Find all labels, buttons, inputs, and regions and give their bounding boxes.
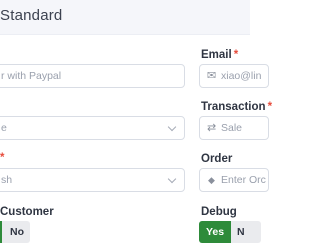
type-select[interactable]: e bbox=[0, 116, 185, 140]
email-input[interactable]: ✉ xiao@lin bbox=[199, 64, 269, 88]
swap-arrows-icon: ⇄ bbox=[207, 122, 217, 134]
page-title: Standard bbox=[0, 7, 63, 24]
email-input-value: xiao@lin bbox=[221, 70, 262, 82]
envelope-icon: ✉ bbox=[207, 70, 217, 82]
order-input-placeholder: Enter Orc bbox=[221, 174, 266, 186]
order-label: Order bbox=[201, 153, 233, 165]
order-input[interactable]: ◆ Enter Orc bbox=[199, 168, 269, 192]
transaction-label: Transaction * bbox=[201, 101, 273, 113]
customer-toggle[interactable]: No bbox=[0, 221, 30, 243]
chevron-down-icon bbox=[167, 174, 177, 184]
debug-toggle[interactable]: Yes N bbox=[199, 221, 261, 243]
transaction-select-value: Sale bbox=[221, 122, 243, 134]
diamond-icon: ◆ bbox=[208, 175, 215, 185]
customer-label: Customer bbox=[0, 206, 54, 218]
debug-yes-option[interactable]: Yes bbox=[199, 221, 231, 243]
method-select[interactable]: sh bbox=[0, 168, 185, 192]
page-header: Standard bbox=[0, 0, 250, 35]
title-field[interactable]: r with Paypal bbox=[0, 64, 185, 88]
email-label: Email * bbox=[201, 49, 239, 61]
customer-no-option[interactable]: No bbox=[2, 221, 30, 243]
type-select-value: e bbox=[1, 122, 7, 134]
debug-label: Debug bbox=[201, 206, 237, 218]
title-field-value: r with Paypal bbox=[1, 70, 62, 82]
transaction-select[interactable]: ⇄ Sale bbox=[199, 116, 269, 140]
debug-no-option[interactable]: N bbox=[231, 221, 261, 243]
chevron-down-icon bbox=[167, 122, 177, 132]
method-select-value: sh bbox=[1, 174, 13, 186]
method-label: * bbox=[0, 152, 5, 164]
